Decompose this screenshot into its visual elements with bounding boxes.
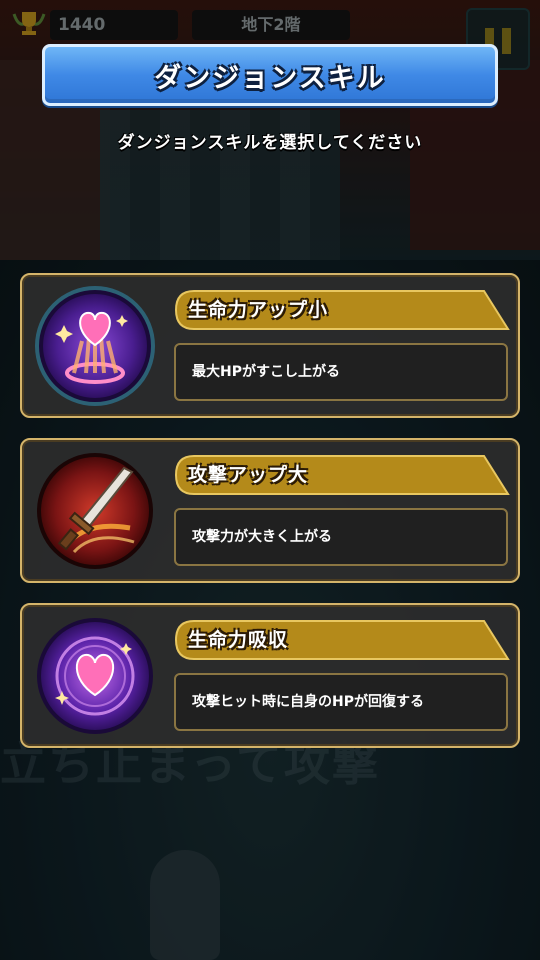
dialog-title: ダンジョンスキル (154, 62, 386, 94)
skill-name-bar: 生命力アップ小 (174, 289, 510, 331)
skill-name: 生命力アップ小 (188, 299, 329, 321)
skill-card-hp-up-small[interactable]: 生命力アップ小 最大HPがすこし上がる (20, 273, 520, 418)
skill-description-box: 最大HPがすこし上がる (174, 343, 508, 401)
dialog-subtitle: ダンジョンスキルを選択してください (117, 133, 423, 153)
skill-description-box: 攻撃力が大きく上がる (174, 508, 508, 566)
skill-description: 攻撃ヒット時に自身のHPが回復する (192, 694, 424, 710)
skill-card-attack-up-large[interactable]: 攻撃アップ大 攻撃力が大きく上がる (20, 438, 520, 583)
skill-description: 最大HPがすこし上がる (192, 364, 340, 380)
dialog-title-banner: ダンジョンスキル (42, 44, 498, 106)
skill-card-life-drain[interactable]: 生命力吸収 攻撃ヒット時に自身のHPが回復する (20, 603, 520, 748)
sword-icon (34, 450, 156, 572)
skill-name-bar: 生命力吸収 (174, 619, 510, 661)
skill-name: 攻撃アップ大 (188, 464, 309, 486)
skill-name-bar: 攻撃アップ大 (174, 454, 510, 496)
skill-name: 生命力吸収 (188, 629, 289, 651)
heart-aura-icon (34, 285, 156, 407)
skill-description: 攻撃力が大きく上がる (192, 529, 332, 545)
heart-drain-icon (34, 615, 156, 737)
skill-description-box: 攻撃ヒット時に自身のHPが回復する (174, 673, 508, 731)
